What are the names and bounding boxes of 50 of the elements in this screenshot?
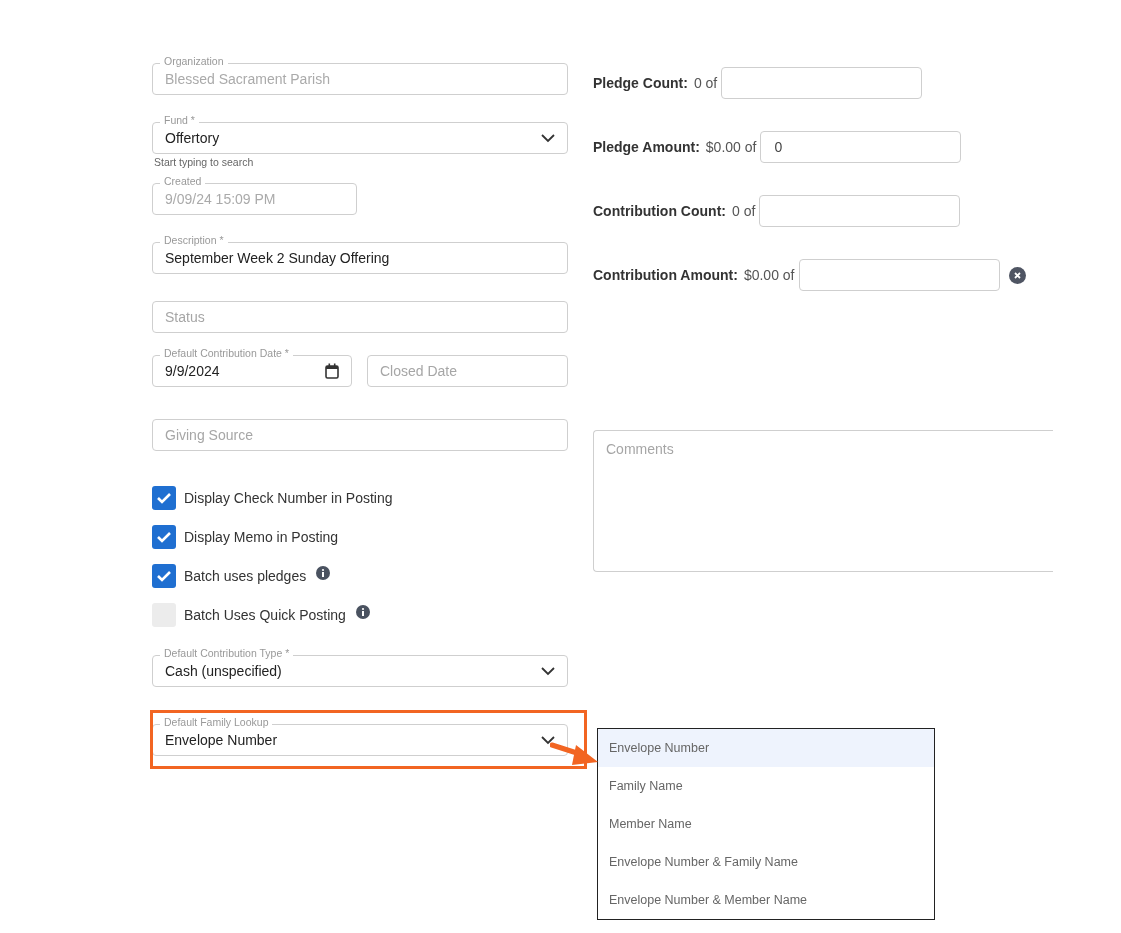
chevron-down-icon [541,735,555,745]
field-value: September Week 2 Sunday Offering [165,250,391,266]
field-label: Organization [160,55,228,67]
check-icon [156,531,172,543]
total-label: Contribution Count: [593,203,726,219]
field-label: Fund * [160,114,199,126]
total-value: $0.00 of [743,267,795,283]
field-value: Blessed Sacrament Parish [165,71,331,87]
total-value: 0 of [731,203,756,219]
clear-icon[interactable] [1008,266,1026,284]
dropdown-option[interactable]: Envelope Number [598,729,934,767]
checkbox[interactable] [152,564,176,588]
info-icon[interactable] [355,605,370,619]
field-label: Default Contribution Type * [160,647,294,659]
field-placeholder: Comments [606,441,674,457]
field-placeholder: Status [165,309,205,325]
total-value: 0 of [693,75,718,91]
info-icon[interactable] [316,566,331,580]
total-input[interactable] [721,67,923,99]
total-label: Pledge Amount: [593,139,700,155]
checkbox[interactable] [152,486,176,510]
check-icon [156,492,172,504]
helper-text: Start typing to search [154,156,255,168]
chevron-down-icon [541,133,555,143]
total-input[interactable]: 0 [760,131,962,163]
field-label: Default Family Lookup [160,716,273,728]
field-value: Cash (unspecified) [165,663,283,679]
field-placeholder: Closed Date [380,363,458,379]
arrow-icon [550,741,600,767]
total-input[interactable] [798,259,1000,291]
field-label: Description * [160,234,228,246]
field-value: 9/09/24 15:09 PM [165,191,277,207]
total-label: Contribution Amount: [593,267,738,283]
field-value: Envelope Number [165,732,279,748]
chevron-down-icon [541,666,555,676]
field-placeholder: Giving Source [165,427,253,443]
checkbox-label: Batch Uses Quick Posting [184,607,346,623]
total-value: $0.00 of [705,139,757,155]
checkbox-label: Display Memo in Posting [184,529,339,545]
checkbox-label: Batch uses pledges [184,568,307,584]
field-value: Offertory [165,130,221,146]
field-label: Created [160,175,206,187]
check-icon [156,570,172,582]
field-label: Default Contribution Date * [160,347,293,359]
calendar-icon[interactable] [325,363,339,379]
total-input[interactable] [759,195,961,227]
checkbox-label: Display Check Number in Posting [184,490,393,506]
field-value: 9/9/2024 [165,363,221,379]
checkbox[interactable] [152,525,176,549]
total-label: Pledge Count: [593,75,688,91]
